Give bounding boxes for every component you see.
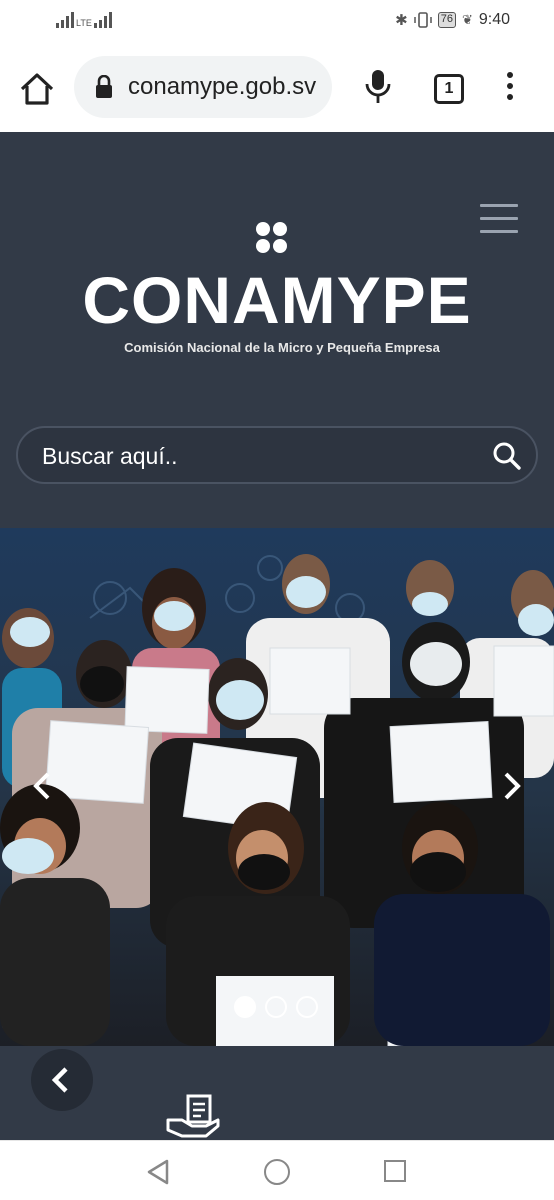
microphone-icon[interactable] <box>364 68 392 106</box>
brand-tagline: Comisión Nacional de la Micro y Pequeña … <box>124 340 440 355</box>
signal-icon-2 <box>93 12 112 28</box>
nav-home-icon[interactable] <box>264 1159 290 1185</box>
carousel-next-icon[interactable] <box>496 768 526 804</box>
more-menu-icon[interactable] <box>500 72 520 106</box>
search-box <box>16 426 538 484</box>
hero-carousel[interactable] <box>0 528 554 1046</box>
site-header: CONAMYPE Comisión Nacional de la Micro y… <box>0 132 554 1140</box>
vibrate-icon <box>413 12 432 28</box>
status-right: ✱ 76 ❦ 9:40 <box>395 11 510 29</box>
carousel-pagination <box>234 996 318 1018</box>
bluetooth-icon: ✱ <box>395 12 408 29</box>
home-icon[interactable] <box>18 70 56 108</box>
carousel-photo <box>0 528 554 1046</box>
lock-icon <box>96 75 112 98</box>
logo-mark-icon <box>256 222 288 254</box>
chevron-left-icon <box>51 1067 68 1093</box>
carousel-dot-2[interactable] <box>265 996 287 1018</box>
battery-indicator: 76 <box>437 12 456 28</box>
status-bar: LTE ✱ 76 ❦ 9:40 <box>0 0 554 44</box>
nav-back-icon[interactable] <box>146 1159 170 1185</box>
nav-recents-icon[interactable] <box>384 1160 406 1182</box>
carousel-dot-1[interactable] <box>234 996 256 1018</box>
back-floating-button[interactable] <box>31 1049 93 1111</box>
search-input[interactable] <box>42 440 462 472</box>
browser-toolbar: conamype.gob.sv 1 <box>0 44 554 132</box>
signal-indicators: LTE <box>56 12 112 28</box>
tab-switcher-button[interactable]: 1 <box>434 74 464 104</box>
system-nav-bar <box>0 1140 554 1200</box>
leaf-icon: ❦ <box>461 12 473 27</box>
brand-logo[interactable]: CONAMYPE <box>0 262 554 338</box>
search-icon[interactable] <box>492 441 522 471</box>
url-text: conamype.gob.sv <box>128 73 317 100</box>
signal-icon <box>56 12 74 28</box>
clock: 9:40 <box>478 11 510 28</box>
network-type: LTE <box>76 18 92 28</box>
document-hand-icon[interactable] <box>166 1094 222 1140</box>
carousel-prev-icon[interactable] <box>28 768 58 804</box>
carousel-dot-3[interactable] <box>296 996 318 1018</box>
address-bar[interactable]: conamype.gob.sv <box>74 56 332 118</box>
hamburger-menu-icon[interactable] <box>480 204 518 236</box>
